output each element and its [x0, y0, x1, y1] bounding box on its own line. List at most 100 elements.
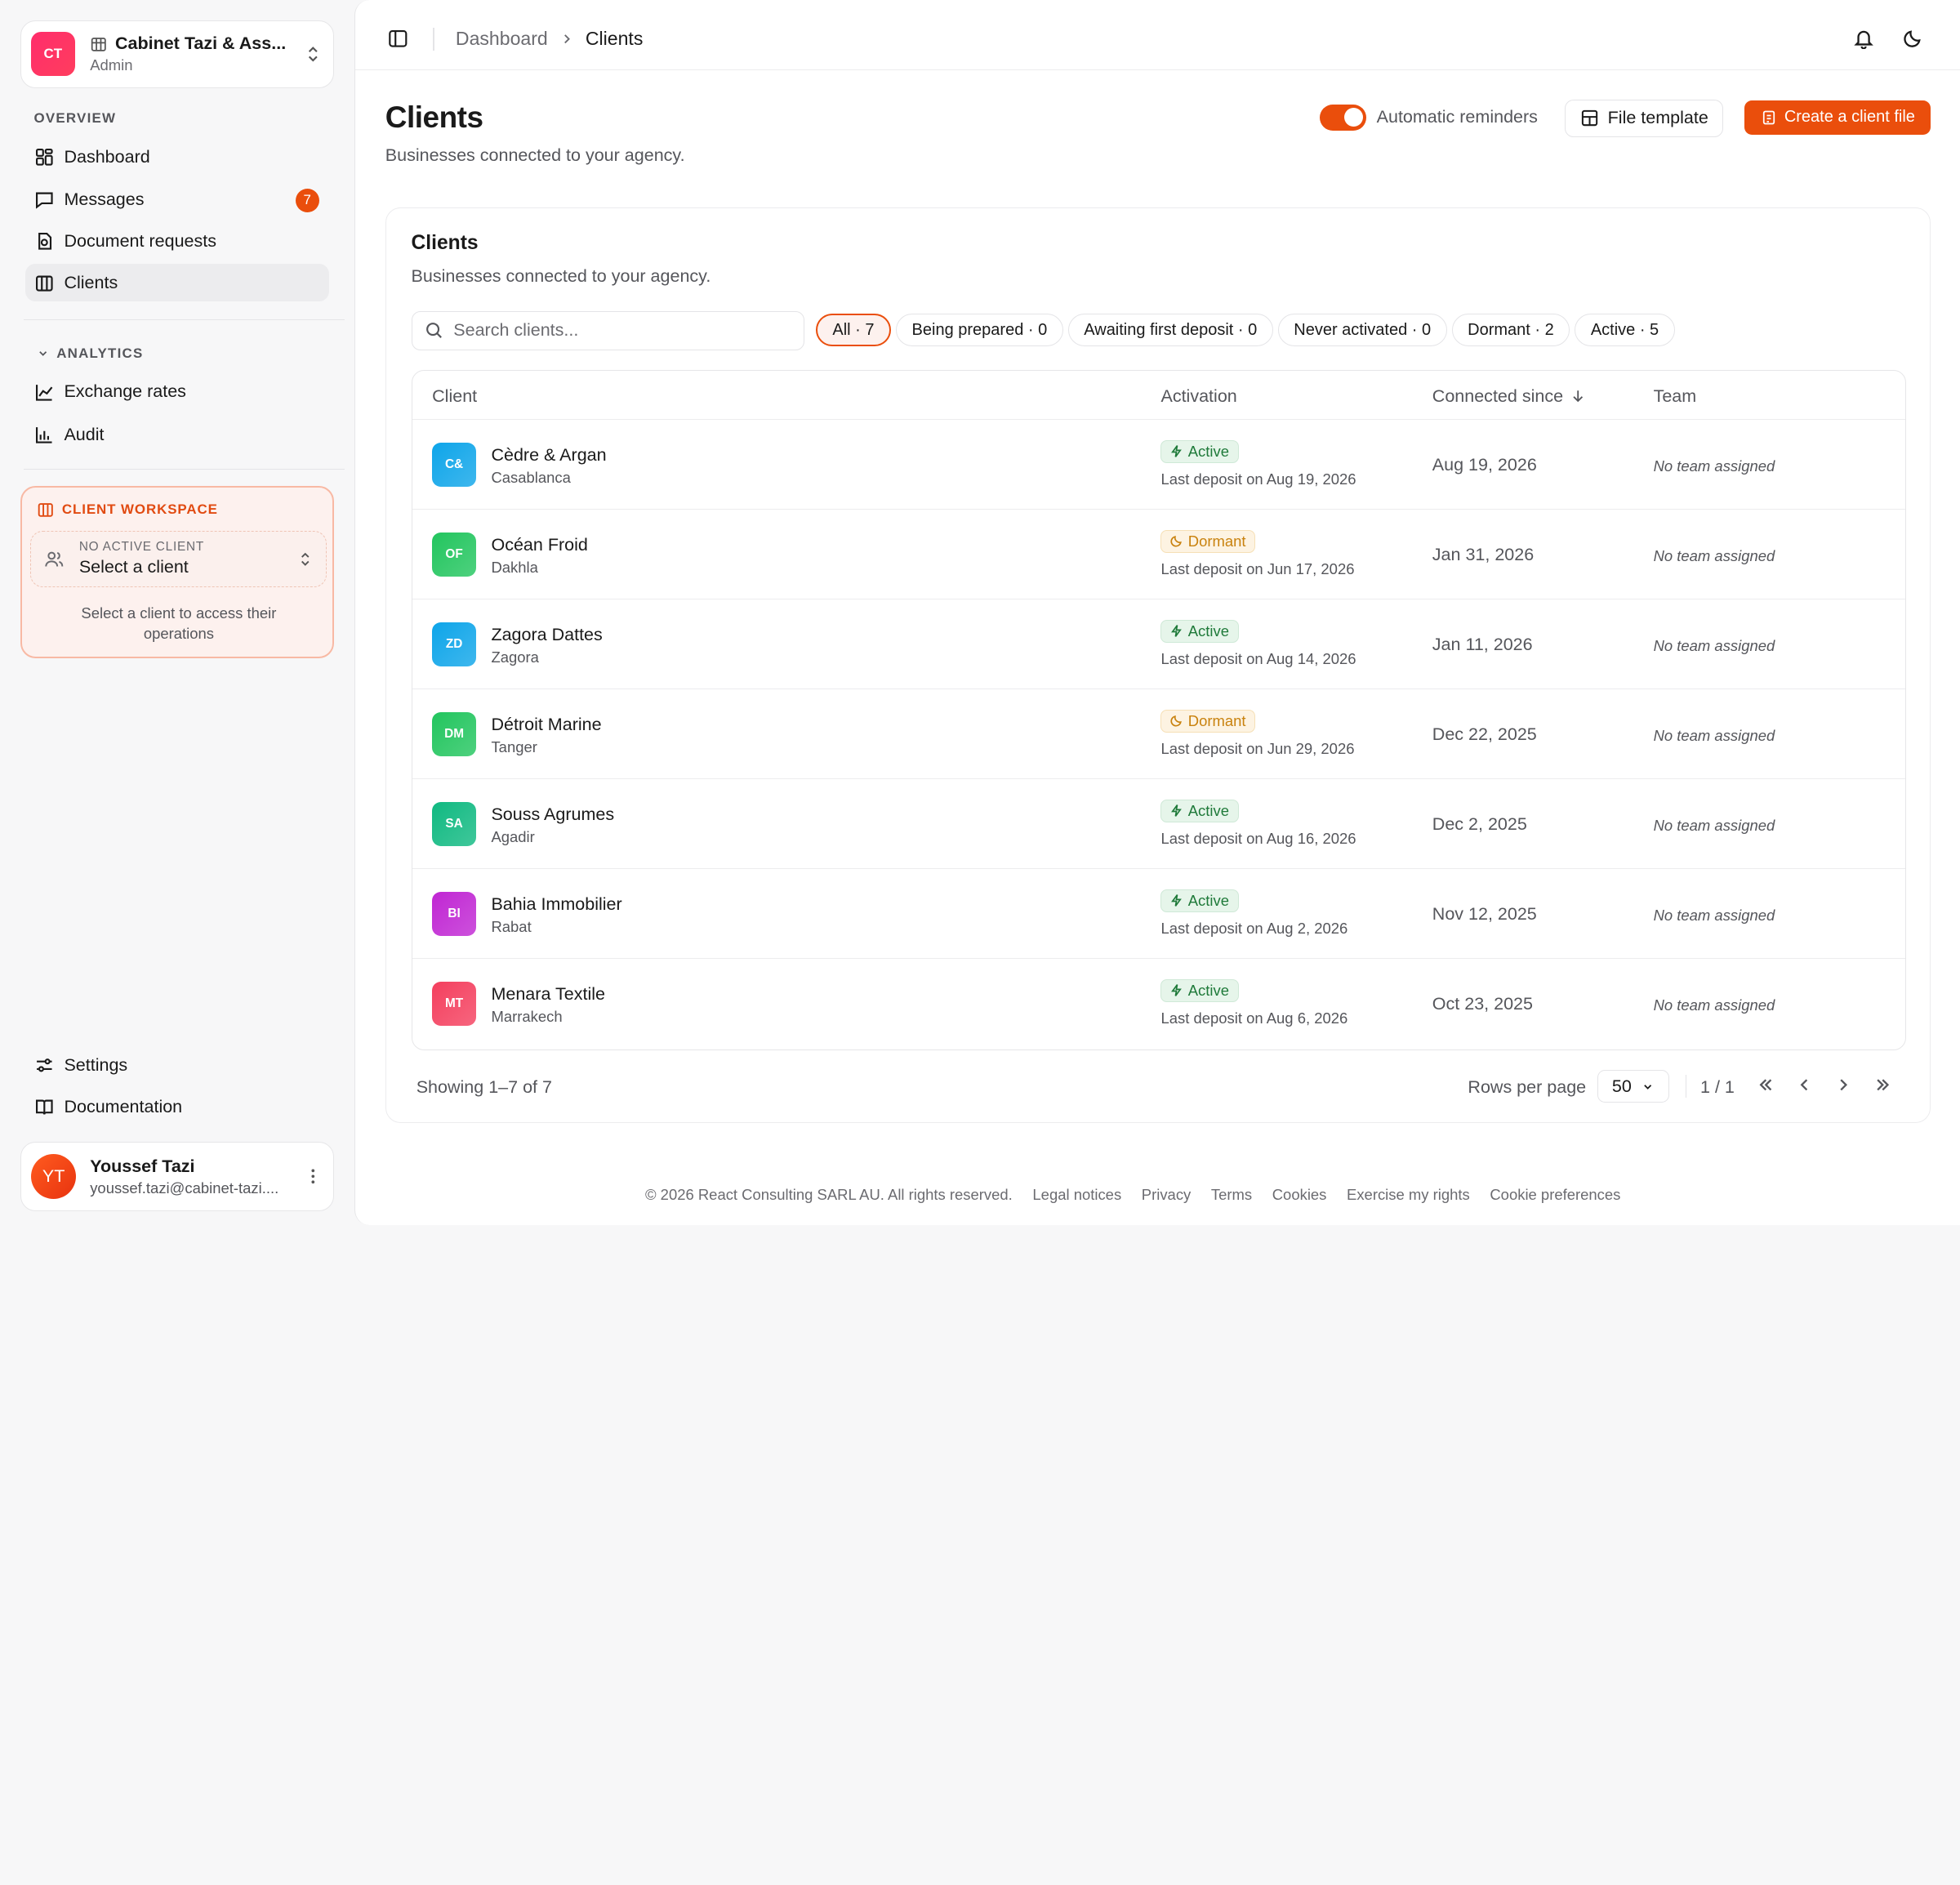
user-email: youssef.tazi@cabinet-tazi....	[90, 1179, 279, 1197]
team-assignment: No team assigned	[1653, 996, 1775, 1014]
sidebar-item-label: Settings	[64, 1055, 128, 1076]
filter-being-prepared[interactable]: Being prepared · 0	[896, 314, 1063, 347]
client-avatar: SA	[432, 801, 476, 846]
status-filters: All · 7 Being prepared · 0 Awaiting firs…	[815, 314, 1675, 347]
reminders-toggle[interactable]	[1320, 104, 1367, 131]
search-input[interactable]	[453, 320, 781, 341]
breadcrumb-dashboard[interactable]: Dashboard	[456, 28, 548, 50]
client-select[interactable]: NO ACTIVE CLIENT Select a client	[30, 530, 327, 587]
footer-cookies[interactable]: Cookies	[1272, 1186, 1327, 1204]
connected-since: Nov 12, 2025	[1432, 904, 1537, 925]
status-badge: Active	[1160, 619, 1239, 643]
previous-page-icon[interactable]	[1794, 1075, 1815, 1095]
filter-active[interactable]: Active · 5	[1575, 314, 1675, 347]
header-team[interactable]: Team	[1654, 386, 1697, 407]
table-row[interactable]: SA Souss Agrumes Agadir Active Last deposit …	[412, 779, 1906, 870]
sidebar-item-label: Document requests	[64, 230, 216, 251]
client-select-value: Select a client	[78, 557, 189, 577]
bolt-icon	[1170, 984, 1182, 997]
sidebar-item-settings[interactable]: Settings	[25, 1047, 329, 1085]
file-request-icon	[38, 233, 51, 250]
team-assignment: No team assigned	[1653, 637, 1775, 655]
client-name: Cèdre & Argan	[491, 445, 607, 466]
rows-per-page-label: Rows per page	[1468, 1077, 1587, 1098]
user-menu[interactable]: YT Youssef Tazi youssef.tazi@cabinet-taz…	[20, 1142, 335, 1212]
analytics-toggle[interactable]: ANALYTICS	[37, 345, 144, 362]
table-row[interactable]: ZD Zagora Dattes Zagora Active Last deposit …	[412, 599, 1906, 690]
client-name: Menara Textile	[491, 984, 605, 1005]
last-deposit: Last deposit on Jun 29, 2026	[1160, 739, 1355, 757]
client-city: Agadir	[491, 828, 535, 846]
template-icon	[1581, 109, 1598, 127]
footer-copyright: © 2026 React Consulting SARL AU. All rig…	[644, 1186, 1013, 1204]
sidebar-item-exchange-rates[interactable]: Exchange rates	[25, 373, 329, 411]
workspace-title-text: CLIENT WORKSPACE	[61, 501, 218, 517]
status-label: Active	[1187, 891, 1230, 909]
table-row[interactable]: DM Détroit Marine Tanger Dormant Last deposi…	[412, 689, 1906, 780]
table-row[interactable]: BI Bahia Immobilier Rabat Active Last deposi…	[412, 869, 1906, 960]
breadcrumb: Dashboard Clients	[456, 28, 643, 50]
sidebar-item-clients[interactable]: Clients	[24, 264, 330, 302]
filter-never-activated[interactable]: Never activated · 0	[1277, 314, 1447, 347]
sidebar-item-dashboard[interactable]: Dashboard	[25, 138, 329, 176]
table-row[interactable]: MT Menara Textile Marrakech Active Last depo…	[412, 959, 1906, 1049]
create-client-file-label: Create a client file	[1784, 108, 1915, 127]
status-label: Active	[1187, 801, 1230, 819]
header-connected-since[interactable]: Connected since	[1432, 386, 1586, 407]
footer-exercise-rights[interactable]: Exercise my rights	[1347, 1186, 1470, 1204]
status-badge: Active	[1160, 439, 1239, 463]
filter-dormant[interactable]: Dormant · 2	[1451, 314, 1570, 347]
next-page-icon[interactable]	[1833, 1075, 1854, 1095]
filter-all[interactable]: All · 7	[815, 314, 891, 347]
sidebar-toggle-icon[interactable]	[388, 29, 408, 49]
sidebar-item-audit[interactable]: Audit	[25, 416, 329, 453]
status-label: Active	[1187, 981, 1230, 999]
workspace-title: CLIENT WORKSPACE	[37, 501, 218, 519]
rows-per-page-select[interactable]: 50	[1597, 1070, 1669, 1103]
client-city: Dakhla	[491, 559, 538, 577]
topbar-separator	[433, 27, 434, 51]
org-role: Admin	[90, 56, 133, 74]
client-name: Océan Froid	[491, 535, 588, 555]
org-name: Cabinet Tazi & Ass...	[114, 33, 287, 54]
moon-icon[interactable]	[1902, 28, 1923, 49]
more-vertical-icon[interactable]	[303, 1166, 323, 1187]
footer-terms[interactable]: Terms	[1211, 1186, 1252, 1204]
sidebar-item-messages[interactable]: Messages 7	[25, 181, 329, 219]
footer-privacy[interactable]: Privacy	[1142, 1186, 1192, 1204]
main-panel: Dashboard Clients Clients Businesses con…	[354, 0, 1960, 1226]
status-badge: Dormant	[1160, 529, 1256, 553]
footer-cookie-preferences[interactable]: Cookie preferences	[1490, 1186, 1620, 1204]
last-deposit: Last deposit on Aug 6, 2026	[1160, 1009, 1348, 1027]
sidebar-item-label: Documentation	[64, 1096, 183, 1116]
file-template-label: File template	[1607, 108, 1708, 128]
footer-legal-notices[interactable]: Legal notices	[1032, 1186, 1121, 1204]
file-add-icon	[1762, 110, 1775, 125]
rows-per-page-value: 50	[1611, 1076, 1632, 1096]
client-avatar: OF	[432, 532, 476, 577]
client-name: Bahia Immobilier	[491, 894, 622, 915]
header-client[interactable]: Client	[432, 386, 477, 407]
connected-since: Aug 19, 2026	[1432, 455, 1537, 475]
bell-icon[interactable]	[1853, 28, 1874, 49]
table-row[interactable]: C& Cèdre & Argan Casablanca Active Last depo…	[412, 420, 1906, 510]
header-activation[interactable]: Activation	[1160, 386, 1236, 407]
sidebar-item-document-requests[interactable]: Document requests	[25, 222, 329, 260]
first-page-icon[interactable]	[1756, 1075, 1776, 1095]
chevron-right-icon	[564, 33, 571, 43]
users-icon	[45, 551, 64, 567]
last-page-icon[interactable]	[1873, 1075, 1893, 1095]
file-template-button[interactable]: File template	[1565, 99, 1724, 137]
last-deposit: Last deposit on Aug 14, 2026	[1160, 649, 1356, 667]
org-switcher[interactable]: CT Cabinet Tazi & Ass... Admin	[20, 20, 335, 88]
filter-awaiting-first-deposit[interactable]: Awaiting first deposit · 0	[1067, 314, 1273, 347]
client-name: Détroit Marine	[491, 715, 602, 735]
card-subtitle: Businesses connected to your agency.	[411, 265, 711, 286]
create-client-file-button[interactable]: Create a client file	[1744, 100, 1931, 135]
sidebar-item-documentation[interactable]: Documentation	[25, 1088, 329, 1125]
client-avatar: DM	[432, 711, 476, 756]
clients-table: Client Activation Connected since Team C…	[411, 370, 1907, 1050]
table-row[interactable]: OF Océan Froid Dakhla Dormant Last deposit o…	[412, 510, 1906, 600]
page-subtitle: Businesses connected to your agency.	[385, 145, 685, 166]
moon-icon	[1170, 715, 1182, 727]
